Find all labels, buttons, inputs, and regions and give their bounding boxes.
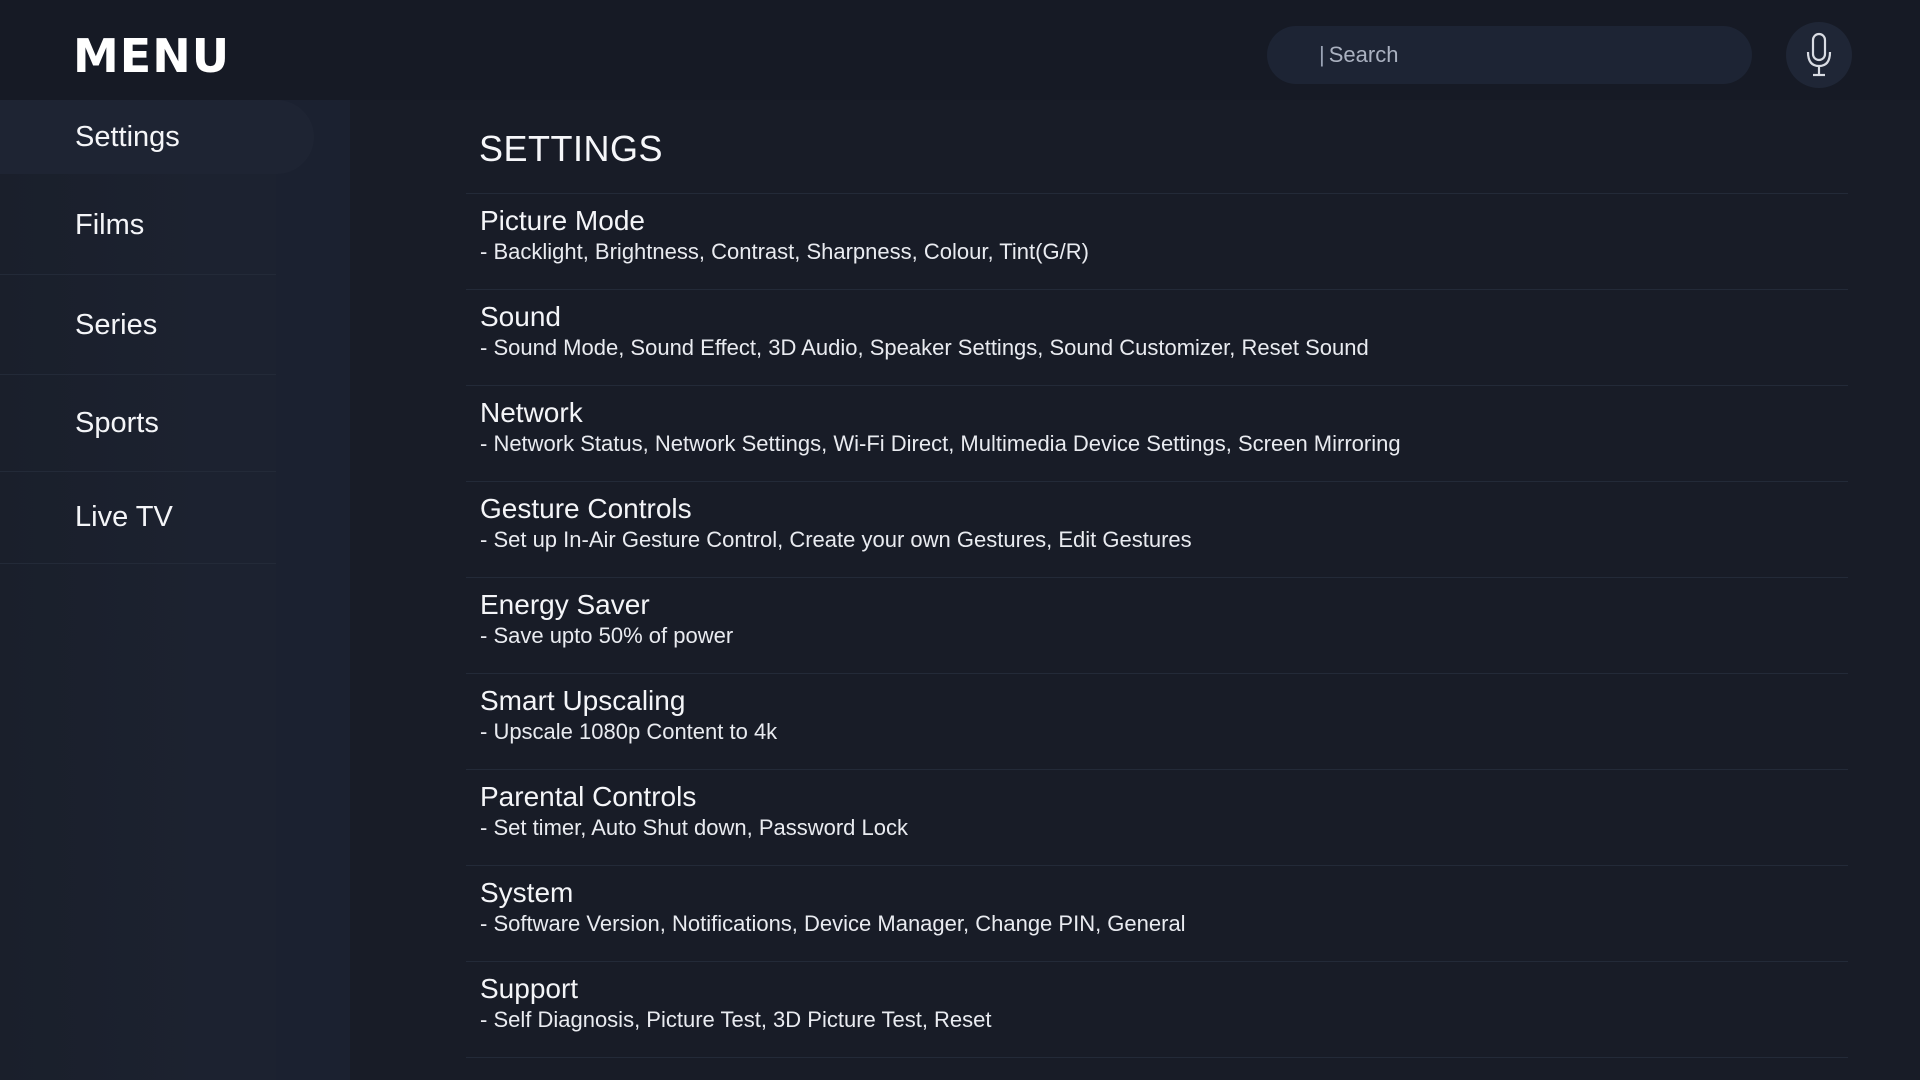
setting-system[interactable]: System - Software Version, Notifications… <box>466 866 1848 962</box>
search-caret: | <box>1319 42 1325 67</box>
setting-title: Support <box>480 973 579 1004</box>
setting-sound[interactable]: Sound - Sound Mode, Sound Effect, 3D Aud… <box>466 290 1848 386</box>
setting-network[interactable]: Network - Network Status, Network Settin… <box>466 386 1848 482</box>
setting-title: Energy Saver <box>480 589 650 620</box>
microphone-icon <box>1806 32 1832 77</box>
setting-title: System <box>480 877 574 908</box>
tv-menu-page: MENU | Settings Films Series Sports Live… <box>0 0 1920 1080</box>
setting-description: - Self Diagnosis, Picture Test, 3D Pictu… <box>480 1007 992 1032</box>
setting-picture-mode[interactable]: Picture Mode - Backlight, Brightness, Co… <box>466 194 1848 290</box>
setting-description: - Set timer, Auto Shut down, Password Lo… <box>480 815 908 840</box>
sidebar-item-label: Sports <box>75 407 159 439</box>
top-bar: MENU | <box>0 0 1920 100</box>
setting-title: Sound <box>480 301 561 332</box>
microphone-button[interactable] <box>1786 22 1852 88</box>
search-box[interactable]: | <box>1267 26 1752 84</box>
setting-title: Network <box>480 397 583 428</box>
sidebar-item-label: Films <box>75 208 145 241</box>
search-input[interactable] <box>1328 42 1709 68</box>
setting-title: Picture Mode <box>480 205 645 236</box>
setting-title: Gesture Controls <box>480 493 692 524</box>
setting-energy-saver[interactable]: Energy Saver - Save upto 50% of power <box>466 578 1848 674</box>
setting-support[interactable]: Support - Self Diagnosis, Picture Test, … <box>466 962 1848 1058</box>
setting-title: Smart Upscaling <box>480 685 686 716</box>
setting-title: Parental Controls <box>480 781 697 812</box>
setting-description: - Backlight, Brightness, Contrast, Sharp… <box>480 239 1089 264</box>
sidebar-item-series[interactable]: Series <box>0 276 276 375</box>
sidebar-item-sports[interactable]: Sports <box>0 376 276 472</box>
setting-description: - Sound Mode, Sound Effect, 3D Audio, Sp… <box>480 335 1369 360</box>
sidebar-edge <box>276 100 350 1080</box>
page-title: SETTINGS <box>479 128 664 169</box>
setting-description: - Network Status, Network Settings, Wi-F… <box>480 431 1401 456</box>
settings-list: Picture Mode - Backlight, Brightness, Co… <box>466 193 1848 1058</box>
sidebar-item-settings[interactable]: Settings <box>0 100 314 174</box>
sidebar-item-label: Settings <box>75 120 180 153</box>
setting-gesture-controls[interactable]: Gesture Controls - Set up In-Air Gesture… <box>466 482 1848 578</box>
setting-smart-upscaling[interactable]: Smart Upscaling - Upscale 1080p Content … <box>466 674 1848 770</box>
sidebar-item-films[interactable]: Films <box>0 176 276 275</box>
setting-description: - Software Version, Notifications, Devic… <box>480 911 1186 936</box>
menu-logo: MENU <box>73 29 231 83</box>
setting-description: - Upscale 1080p Content to 4k <box>480 719 778 744</box>
sidebar-item-label: Series <box>75 308 158 341</box>
setting-description: - Set up In-Air Gesture Control, Create … <box>480 527 1192 552</box>
sidebar-item-live-tv[interactable]: Live TV <box>0 472 276 564</box>
setting-parental-controls[interactable]: Parental Controls - Set timer, Auto Shut… <box>466 770 1848 866</box>
setting-description: - Save upto 50% of power <box>480 623 734 648</box>
sidebar-item-label: Live TV <box>75 501 173 533</box>
